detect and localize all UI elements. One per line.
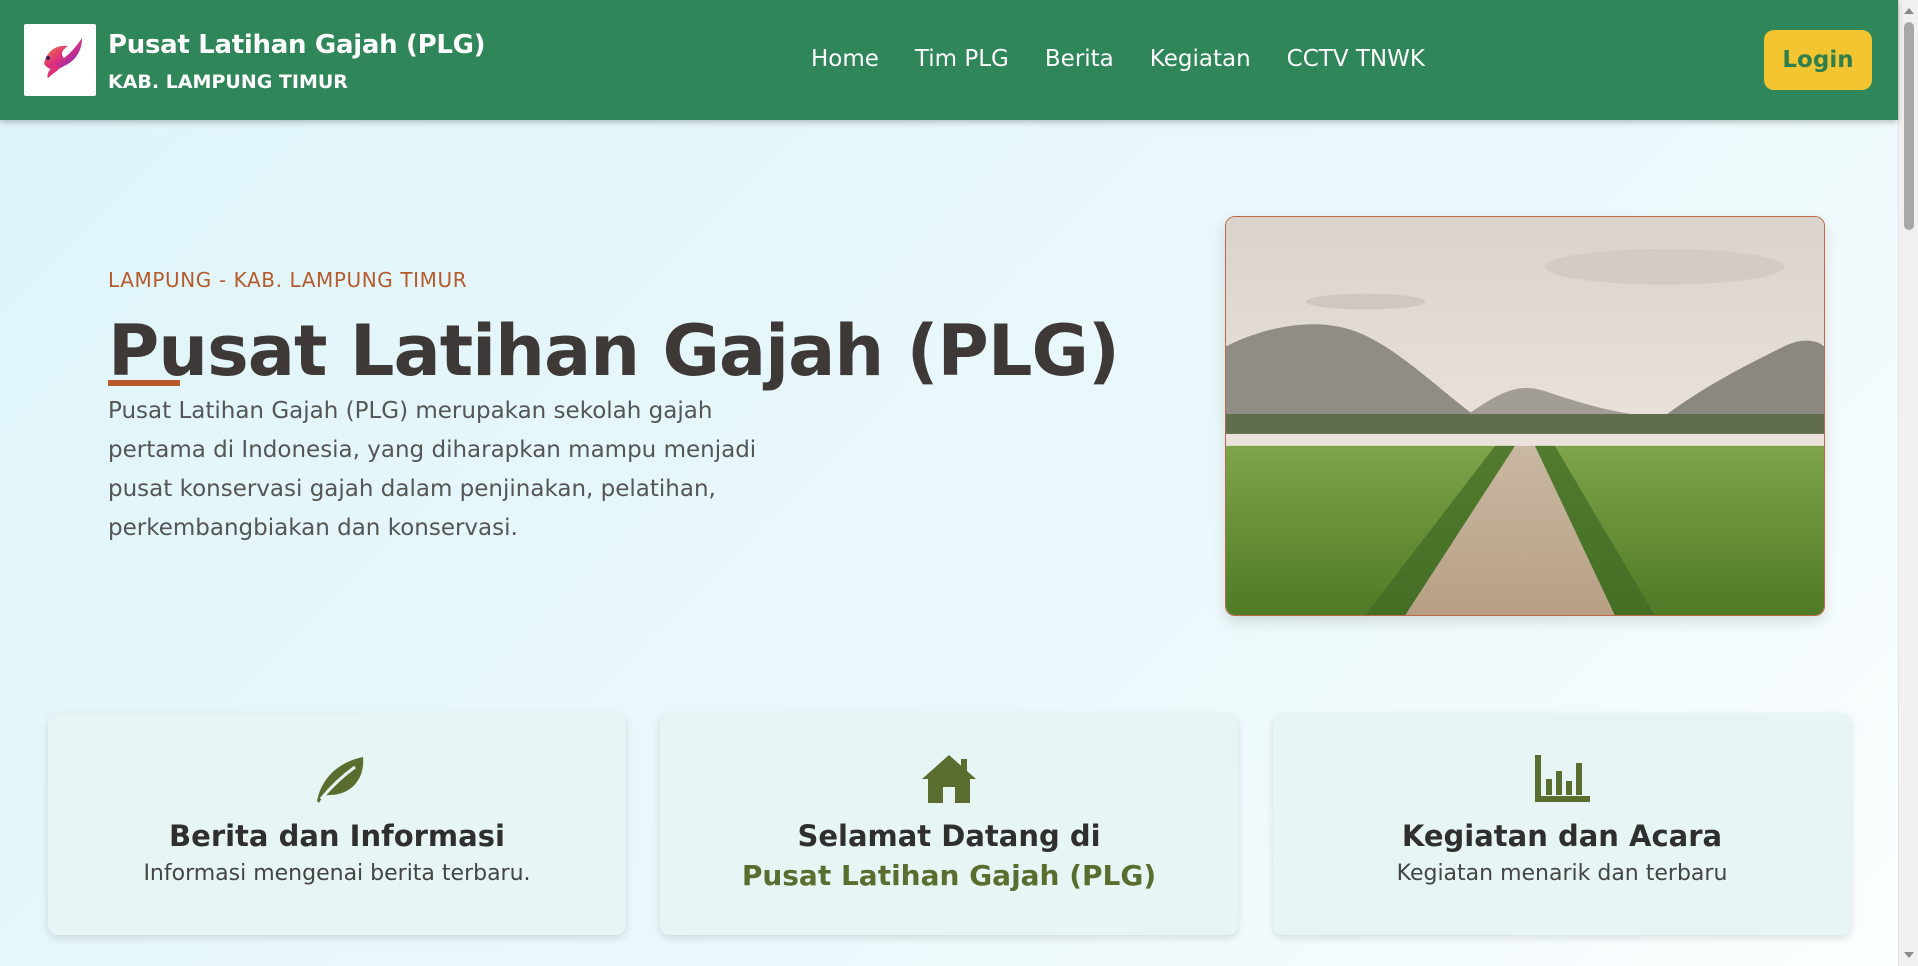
card-title: Selamat Datang di bbox=[797, 819, 1101, 853]
card-kegiatan[interactable]: Kegiatan dan Acara Kegiatan menarik dan … bbox=[1273, 713, 1851, 935]
nav-link-kegiatan[interactable]: Kegiatan bbox=[1150, 46, 1251, 72]
bar-chart-icon bbox=[1532, 751, 1592, 805]
nav-link-tim-plg[interactable]: Tim PLG bbox=[915, 46, 1009, 72]
scroll-up-arrow-icon[interactable] bbox=[1904, 8, 1914, 14]
bird-logo-icon bbox=[44, 38, 82, 78]
hero-title: Pusat Latihan Gajah (PLG) bbox=[108, 310, 1120, 392]
page-scrollbar[interactable] bbox=[1898, 0, 1918, 966]
leaf-icon bbox=[307, 751, 367, 805]
title-underline-accent bbox=[108, 380, 180, 386]
rice-field-landscape-image bbox=[1226, 217, 1824, 615]
brand-subtitle: KAB. LAMPUNG TIMUR bbox=[108, 71, 348, 93]
scrollbar-thumb[interactable] bbox=[1904, 22, 1914, 230]
hero-image bbox=[1225, 216, 1825, 616]
hero-section: LAMPUNG - KAB. LAMPUNG TIMUR Pusat Latih… bbox=[0, 120, 1898, 966]
nav-link-home[interactable]: Home bbox=[811, 46, 879, 72]
card-title: Berita dan Informasi bbox=[169, 819, 505, 853]
site-logo[interactable] bbox=[24, 24, 96, 96]
brand-title[interactable]: Pusat Latihan Gajah (PLG) bbox=[108, 30, 486, 60]
card-title: Kegiatan dan Acara bbox=[1401, 819, 1723, 853]
home-icon bbox=[919, 751, 979, 805]
card-subtitle: Informasi mengenai berita terbaru. bbox=[143, 861, 531, 886]
top-navbar: Pusat Latihan Gajah (PLG) KAB. LAMPUNG T… bbox=[0, 0, 1898, 120]
login-button[interactable]: Login bbox=[1764, 30, 1872, 90]
nav-link-berita[interactable]: Berita bbox=[1045, 46, 1114, 72]
hero-description: Pusat Latihan Gajah (PLG) merupakan seko… bbox=[108, 398, 757, 541]
card-subtitle: Pusat Latihan Gajah (PLG) bbox=[741, 859, 1157, 892]
card-berita[interactable]: Berita dan Informasi Informasi mengenai … bbox=[48, 713, 626, 935]
card-subtitle: Kegiatan menarik dan terbaru bbox=[1396, 861, 1728, 886]
nav-link-cctv-tnwk[interactable]: CCTV TNWK bbox=[1287, 46, 1425, 72]
scroll-down-arrow-icon[interactable] bbox=[1904, 952, 1914, 958]
card-selamat-datang[interactable]: Selamat Datang di Pusat Latihan Gajah (P… bbox=[660, 713, 1238, 935]
hero-location-label: LAMPUNG - KAB. LAMPUNG TIMUR bbox=[108, 268, 468, 292]
main-nav: Home Tim PLG Berita Kegiatan CCTV TNWK bbox=[811, 46, 1425, 72]
